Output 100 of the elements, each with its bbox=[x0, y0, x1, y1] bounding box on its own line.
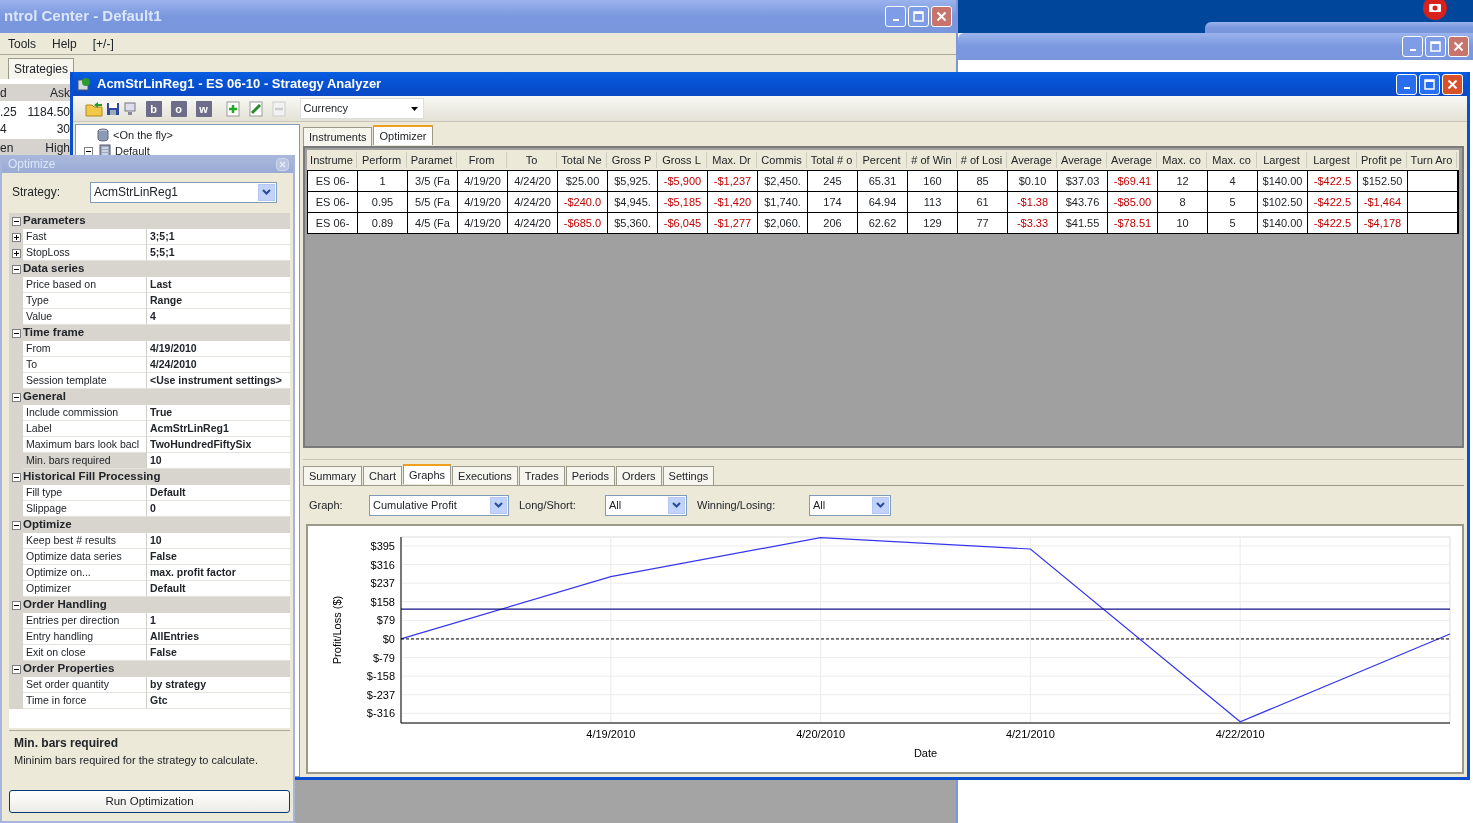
tab[interactable]: Optimizer bbox=[373, 124, 433, 145]
filter-dropdown[interactable]: All bbox=[809, 494, 891, 516]
tab[interactable]: Orders bbox=[616, 465, 662, 485]
property-name[interactable]: Optimize data series bbox=[23, 549, 147, 565]
property-name[interactable]: Keep best # results bbox=[23, 533, 147, 549]
tab[interactable]: Periods bbox=[565, 465, 615, 485]
tab[interactable]: Trades bbox=[518, 465, 565, 485]
property-name[interactable]: Exit on close bbox=[23, 645, 147, 661]
property-name[interactable]: Fill type bbox=[23, 485, 147, 501]
column-header[interactable]: Paramet bbox=[407, 151, 457, 169]
property-name[interactable]: Min. bars required bbox=[23, 453, 147, 469]
column-header[interactable]: Total Ne bbox=[557, 151, 607, 169]
property-value[interactable]: AllEntries bbox=[147, 629, 290, 645]
property-name[interactable]: Time in force bbox=[23, 693, 147, 709]
property-name[interactable]: Slippage bbox=[23, 501, 147, 517]
property-name[interactable]: Include commission bbox=[23, 405, 147, 421]
column-header[interactable]: Max. co bbox=[1157, 151, 1207, 169]
tab[interactable]: Graphs bbox=[402, 463, 452, 484]
column-header[interactable]: Turn Aro bbox=[1407, 151, 1457, 169]
minimize-button[interactable] bbox=[1396, 73, 1417, 95]
column-header[interactable]: Largest bbox=[1257, 151, 1307, 169]
save-button[interactable] bbox=[106, 100, 120, 117]
maximize-button[interactable] bbox=[1425, 36, 1446, 57]
column-header[interactable]: Max. co bbox=[1207, 151, 1257, 169]
property-value[interactable]: 10 bbox=[147, 533, 290, 549]
column-header[interactable]: Average bbox=[1007, 151, 1057, 169]
property-value[interactable]: 5;5;1 bbox=[147, 245, 290, 261]
property-value[interactable]: 1 bbox=[147, 613, 290, 629]
property-name[interactable]: Set order quantity bbox=[23, 677, 147, 693]
property-value[interactable]: 3;5;1 bbox=[147, 229, 290, 245]
menu-item[interactable]: Help bbox=[48, 34, 81, 53]
property-value[interactable]: Last bbox=[147, 277, 290, 293]
column-header[interactable]: # of Losi bbox=[957, 151, 1007, 169]
filter-dropdown[interactable]: Cumulative Profit bbox=[369, 494, 509, 516]
property-name[interactable]: Optimize on... bbox=[23, 565, 147, 581]
column-header[interactable]: Gross L bbox=[657, 151, 707, 169]
column-header[interactable]: # of Win bbox=[907, 151, 957, 169]
minimize-button[interactable] bbox=[1402, 36, 1423, 57]
filter-dropdown[interactable]: All bbox=[605, 494, 687, 516]
currency-dropdown[interactable]: Currency bbox=[299, 98, 424, 119]
column-header[interactable]: Percent bbox=[857, 151, 907, 169]
tree-item[interactable]: <On the fly> bbox=[113, 126, 173, 144]
property-value[interactable]: False bbox=[147, 645, 290, 661]
property-name[interactable]: Value bbox=[23, 309, 147, 325]
minimize-button[interactable] bbox=[885, 6, 906, 27]
run-optimization-button[interactable]: Run Optimization bbox=[9, 790, 290, 813]
toolbar-button[interactable]: o bbox=[170, 100, 187, 117]
property-value[interactable]: 4/19/2010 bbox=[147, 341, 290, 357]
property-name[interactable]: StopLoss bbox=[23, 245, 147, 261]
column-header[interactable]: To bbox=[507, 151, 557, 169]
column-header[interactable]: Max. Dr bbox=[707, 151, 757, 169]
tab[interactable]: Instruments bbox=[303, 126, 373, 146]
property-value[interactable]: Default bbox=[147, 485, 290, 501]
column-header[interactable]: Gross P bbox=[607, 151, 657, 169]
property-name[interactable]: Fast bbox=[23, 229, 147, 245]
property-value[interactable]: Default bbox=[147, 581, 290, 597]
category-header[interactable]: General bbox=[23, 388, 66, 406]
property-value[interactable]: 4 bbox=[147, 309, 290, 325]
property-value[interactable]: by strategy bbox=[147, 677, 290, 693]
menu-item[interactable]: [+/-] bbox=[88, 34, 118, 53]
column-header[interactable]: Largest bbox=[1307, 151, 1357, 169]
tab[interactable]: Summary bbox=[303, 465, 363, 485]
column-header[interactable]: From bbox=[457, 151, 507, 169]
property-value[interactable]: Range bbox=[147, 293, 290, 309]
column-header[interactable]: Perform bbox=[357, 151, 407, 169]
column-header[interactable]: Average bbox=[1107, 151, 1157, 169]
maximize-button[interactable] bbox=[1419, 73, 1440, 95]
tab[interactable]: Settings bbox=[662, 465, 715, 485]
property-value[interactable]: <Use instrument settings> bbox=[147, 373, 290, 389]
property-name[interactable]: Session template bbox=[23, 373, 147, 389]
column-header[interactable]: Commis bbox=[757, 151, 807, 169]
property-value[interactable]: False bbox=[147, 549, 290, 565]
maximize-button[interactable] bbox=[908, 6, 929, 27]
strategy-dropdown[interactable]: AcmStrLinReg1 bbox=[90, 181, 277, 203]
property-value[interactable]: Gtc bbox=[147, 693, 290, 709]
property-name[interactable]: Optimizer bbox=[23, 581, 147, 597]
property-name[interactable]: From bbox=[23, 341, 147, 357]
property-name[interactable]: Maximum bars look bacl bbox=[23, 437, 147, 453]
property-value[interactable]: 4/24/2010 bbox=[147, 357, 290, 373]
column-header[interactable]: Profit pe bbox=[1357, 151, 1407, 169]
property-value[interactable]: max. profit factor bbox=[147, 565, 290, 581]
column-header[interactable]: Total # o bbox=[807, 151, 857, 169]
property-name[interactable]: Entries per direction bbox=[23, 613, 147, 629]
property-name[interactable]: Entry handling bbox=[23, 629, 147, 645]
tab[interactable]: Strategies bbox=[8, 58, 75, 79]
toolbar-button[interactable]: w bbox=[195, 100, 212, 117]
toolbar-button[interactable]: b bbox=[145, 100, 162, 117]
tab[interactable]: Chart bbox=[363, 465, 402, 485]
property-value[interactable]: AcmStrLinReg1 bbox=[147, 421, 290, 437]
property-value[interactable]: 10 bbox=[147, 453, 290, 469]
column-header[interactable]: Instrume bbox=[307, 151, 357, 169]
property-value[interactable]: TwoHundredFiftySix bbox=[147, 437, 290, 453]
property-name[interactable]: Label bbox=[23, 421, 147, 437]
property-name[interactable]: To bbox=[23, 357, 147, 373]
menu-item[interactable]: Tools bbox=[4, 34, 40, 53]
tab[interactable]: Executions bbox=[452, 465, 518, 485]
category-header[interactable]: Optimize bbox=[23, 516, 72, 534]
property-name[interactable]: Price based on bbox=[23, 277, 147, 293]
property-name[interactable]: Type bbox=[23, 293, 147, 309]
column-header[interactable]: Average bbox=[1057, 151, 1107, 169]
